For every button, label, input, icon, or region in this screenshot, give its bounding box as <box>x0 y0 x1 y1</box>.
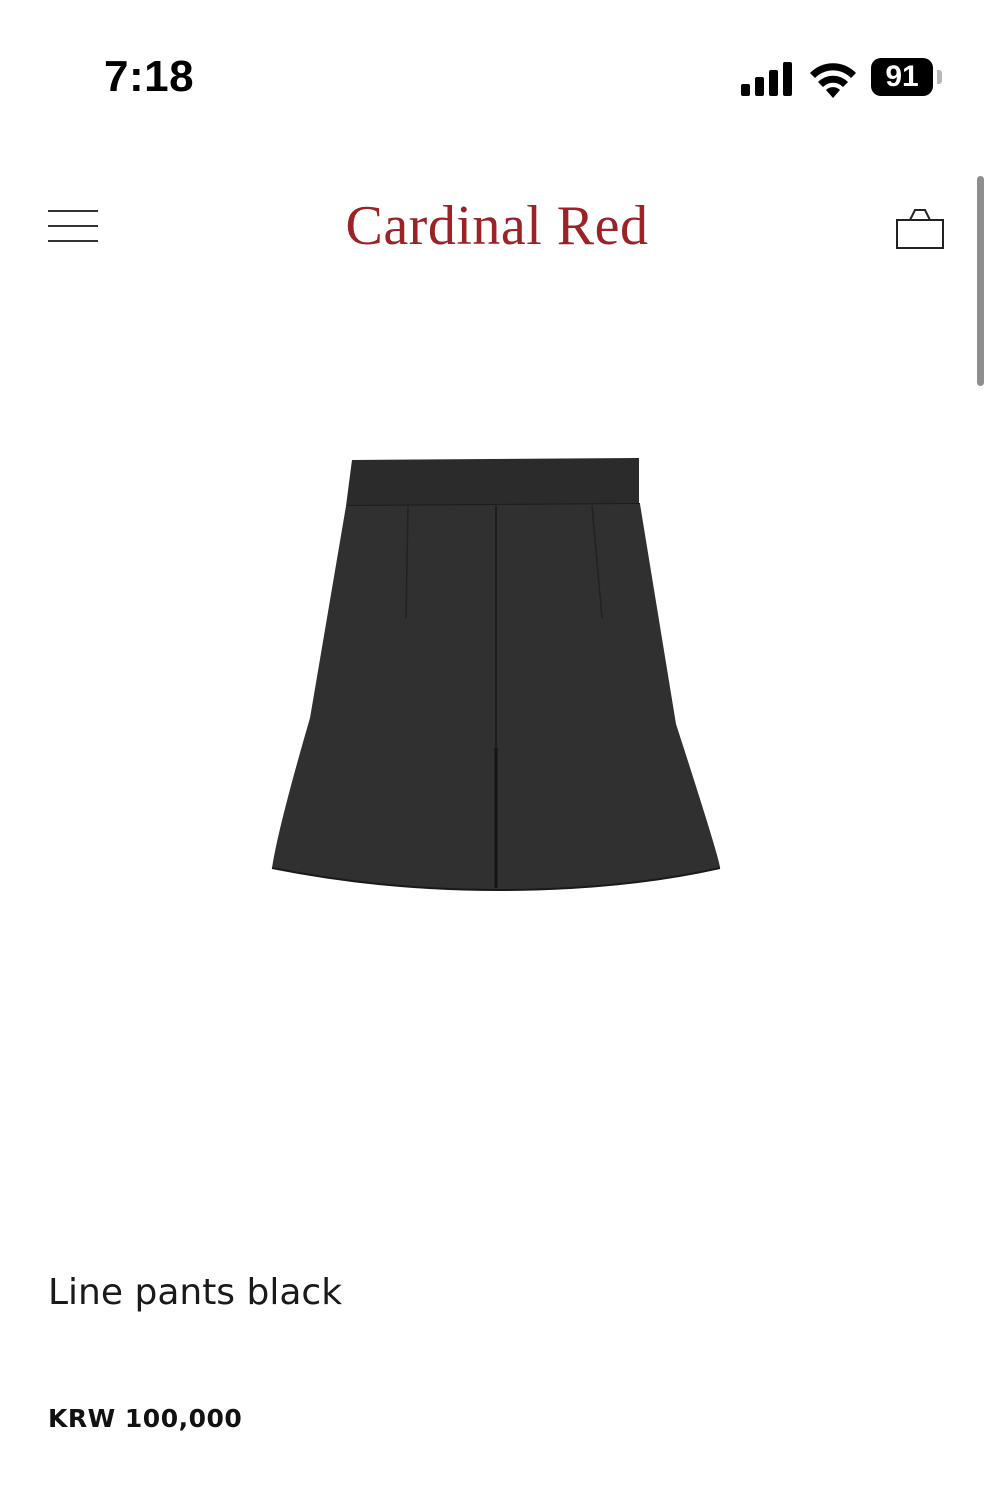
menu-line <box>48 240 98 242</box>
cellular-signal-icon <box>741 62 792 96</box>
wifi-icon <box>810 63 856 98</box>
scrollbar[interactable] <box>977 176 984 386</box>
product-price: KRW 100,000 <box>48 1404 243 1433</box>
battery-icon: 91 <box>871 58 933 96</box>
product-name[interactable]: Line pants black <box>48 1272 342 1313</box>
menu-line <box>48 225 98 227</box>
battery-nub <box>937 70 942 84</box>
hamburger-menu-icon[interactable] <box>48 208 98 244</box>
status-bar: 7:18 91 <box>0 0 994 140</box>
brand-logo[interactable]: Cardinal Red <box>250 194 744 258</box>
menu-line <box>48 210 98 212</box>
status-time: 7:18 <box>104 52 195 101</box>
product-image[interactable] <box>262 448 732 898</box>
shopping-bag-icon[interactable] <box>894 204 948 250</box>
battery-level: 91 <box>885 60 919 93</box>
